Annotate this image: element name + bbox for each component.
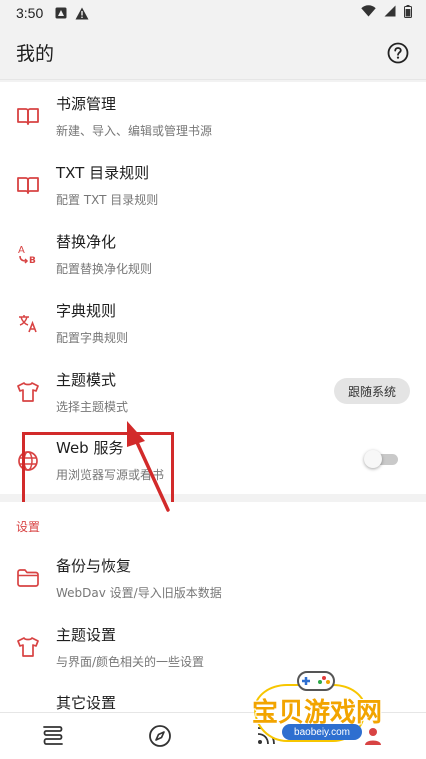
watermark-url: baobeiy.com bbox=[282, 724, 362, 740]
menu-item-title: 书源管理 bbox=[56, 95, 117, 113]
menu-item-title: 备份与恢复 bbox=[56, 557, 132, 575]
status-time: 3:50 bbox=[16, 5, 44, 21]
page-title: 我的 bbox=[16, 43, 55, 65]
bookshelf-nav-icon[interactable] bbox=[39, 722, 67, 750]
battery-icon bbox=[404, 4, 412, 22]
menu-item-title: 替换净化 bbox=[56, 233, 117, 251]
settings-section-title: 设置 bbox=[16, 520, 41, 534]
help-icon[interactable] bbox=[386, 41, 410, 65]
main-menu-card: 书源管理 新建、导入、编辑或管理书源 TXT 目录规则 配置 TXT 目录规则 … bbox=[0, 82, 426, 514]
shirt-icon bbox=[16, 635, 40, 659]
web-service-toggle[interactable] bbox=[364, 450, 400, 468]
translate-icon bbox=[16, 311, 40, 335]
svg-text:B: B bbox=[29, 256, 36, 265]
toggle-thumb bbox=[364, 450, 382, 468]
menu-item-dictionary-rules[interactable]: 字典规则 配置字典规则 bbox=[0, 289, 426, 357]
book-icon bbox=[16, 104, 40, 128]
shirt-icon bbox=[16, 380, 40, 404]
menu-item-txt-rules[interactable]: TXT 目录规则 配置 TXT 目录规则 bbox=[0, 151, 426, 219]
menu-item-subtitle: 配置字典规则 bbox=[56, 331, 129, 345]
menu-item-title: 主题模式 bbox=[56, 371, 117, 389]
theme-mode-value-chip[interactable]: 跟随系统 bbox=[334, 378, 410, 404]
menu-item-subtitle: 配置 TXT 目录规则 bbox=[56, 193, 159, 207]
signal-icon bbox=[384, 5, 396, 21]
menu-item-backup-restore[interactable]: 备份与恢复 WebDav 设置/导入旧版本数据 bbox=[0, 544, 426, 612]
menu-item-subtitle: 新建、导入、编辑或管理书源 bbox=[56, 124, 213, 138]
menu-item-title: 字典规则 bbox=[56, 302, 117, 320]
wifi-icon bbox=[361, 5, 376, 21]
notification-icon bbox=[55, 7, 67, 19]
menu-item-title: TXT 目录规则 bbox=[56, 164, 150, 182]
menu-item-subtitle: 与界面/颜色相关的一些设置 bbox=[56, 655, 205, 669]
replace-ab-icon: A B bbox=[16, 242, 40, 266]
status-bar: 3:50 bbox=[0, 0, 426, 26]
app-bar: 我的 bbox=[0, 26, 426, 80]
menu-item-subtitle: WebDav 设置/导入旧版本数据 bbox=[56, 586, 222, 600]
menu-item-book-source[interactable]: 书源管理 新建、导入、编辑或管理书源 bbox=[0, 82, 426, 150]
menu-item-subtitle: 选择主题模式 bbox=[56, 400, 129, 414]
menu-item-replace-rules[interactable]: A B 替换净化 配置替换净化规则 bbox=[0, 220, 426, 288]
compass-nav-icon[interactable] bbox=[146, 722, 174, 750]
menu-item-title: 其它设置 bbox=[56, 694, 117, 712]
menu-item-title: 主题设置 bbox=[56, 626, 117, 644]
menu-item-subtitle: 配置替换净化规则 bbox=[56, 262, 153, 276]
site-watermark: 宝贝游戏网 baobeiy.com bbox=[252, 668, 402, 750]
gamepad-icon bbox=[297, 671, 335, 691]
warning-icon bbox=[75, 7, 89, 20]
book-icon bbox=[16, 173, 40, 197]
folder-icon bbox=[16, 566, 40, 590]
svg-text:A: A bbox=[18, 245, 25, 256]
